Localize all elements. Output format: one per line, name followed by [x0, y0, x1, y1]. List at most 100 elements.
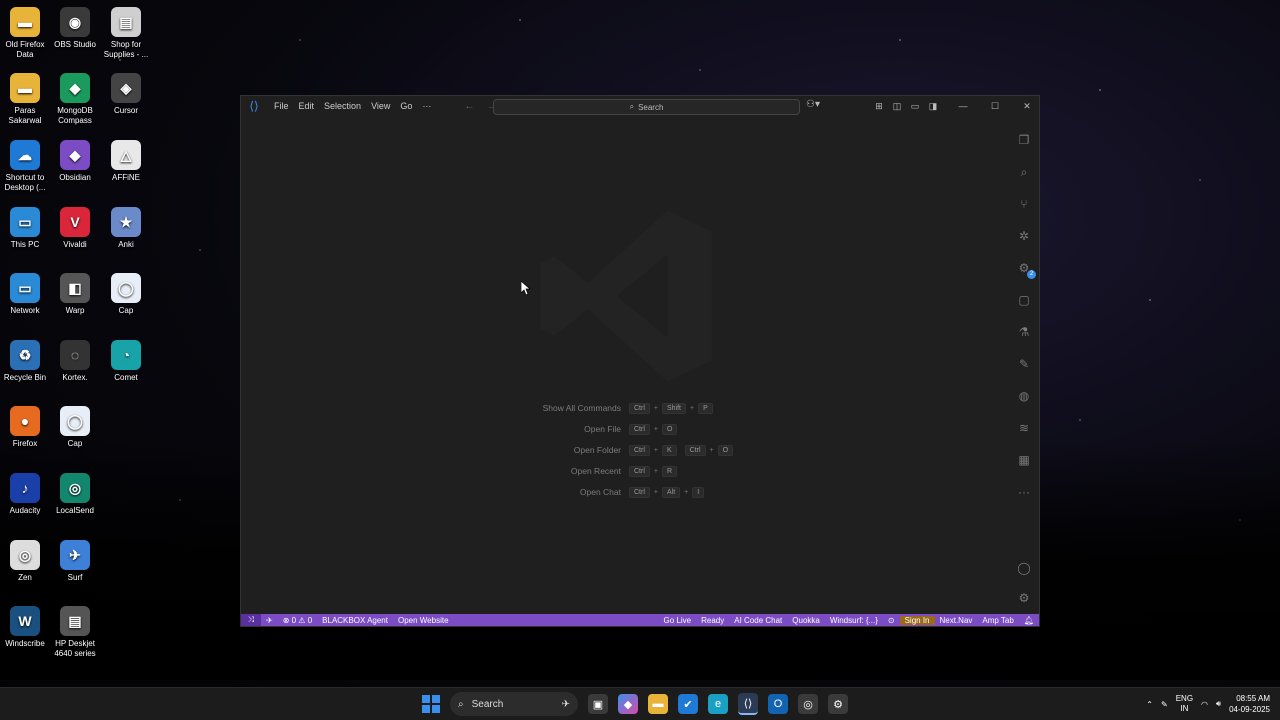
copilot-icon[interactable]: ⚇▾ [806, 99, 820, 110]
database-icon[interactable]: ▦ [1016, 452, 1032, 468]
desktop-icon[interactable]: △ AFFiNE [99, 140, 153, 183]
desktop-icon-label: AFFiNE [112, 173, 140, 182]
todo-icon[interactable]: ✔ [678, 694, 698, 714]
pin-icon[interactable]: ⊙ [883, 616, 900, 625]
extensions-icon[interactable]: ⚙ 2 [1016, 260, 1036, 279]
toggle-panel-icon[interactable]: ▭ [909, 101, 921, 112]
rocket-icon[interactable]: ✈ [261, 616, 278, 625]
vscode-window[interactable]: ⟨⟩ File Edit Selection View Go ··· ← → ⌕… [240, 95, 1040, 627]
desktop-icon[interactable]: ◎ LocalSend [48, 473, 102, 516]
desktop-icon[interactable]: ◔ Comet [99, 340, 153, 383]
menu-file[interactable]: File [269, 101, 294, 111]
globe-icon[interactable]: ◍ [1016, 388, 1032, 404]
desktop-icon[interactable]: ◎ Zen [0, 540, 52, 583]
desktop-icon[interactable]: ♻ Recycle Bin [0, 340, 52, 383]
quokka[interactable]: Quokka [787, 616, 825, 625]
edge-icon[interactable]: e [708, 694, 728, 714]
desktop-icon[interactable]: W Windscribe [0, 606, 52, 649]
close-icon[interactable]: ✕ [1021, 101, 1033, 112]
language-indicator[interactable]: ENG IN [1176, 694, 1193, 714]
ai-code-chat[interactable]: AI Code Chat [729, 616, 787, 625]
task-view-icon[interactable]: ▣ [588, 694, 608, 714]
toggle-sidebar-icon[interactable]: ◫ [891, 101, 903, 112]
desktop-icon[interactable]: ◆ MongoDB Compass [48, 73, 102, 126]
desktop-icon[interactable]: ✈ Surf [48, 540, 102, 583]
desktop-icon[interactable]: V Vivaldi [48, 207, 102, 250]
desktop-icon[interactable]: ◉ OBS Studio [48, 7, 102, 50]
desktop-icon[interactable]: ▭ Network [0, 273, 52, 316]
windows-start-icon[interactable] [422, 695, 440, 713]
clock[interactable]: 08:55 AM 04-09-2025 [1229, 693, 1270, 715]
customize-layout-icon[interactable]: ⊞ [873, 101, 885, 112]
open-website[interactable]: Open Website [393, 616, 454, 625]
debug-icon[interactable]: ✲ [1016, 228, 1032, 244]
tray-overflow-icon[interactable]: ⌃ [1146, 700, 1153, 709]
desktop-icon[interactable]: ◯ Cap [99, 273, 153, 316]
remote-explorer-icon[interactable]: ▢ [1016, 292, 1032, 308]
amp-tab[interactable]: Amp Tab [977, 616, 1018, 625]
desktop-icon[interactable]: ▤ Shop for Supplies - ... [99, 7, 153, 60]
taskbar-search[interactable]: ⌕ Search ✈ [450, 692, 578, 716]
paint-brush-icon[interactable]: ✎ [1016, 356, 1032, 372]
wifi-icon[interactable]: ◠ [1201, 700, 1208, 709]
menu-more[interactable]: ··· [417, 101, 436, 111]
desktop-icon[interactable]: ▤ HP Deskjet 4640 series [48, 606, 102, 659]
wave-icon[interactable]: ≋ [1016, 420, 1032, 436]
windsurf[interactable]: Windsurf: {...} [825, 616, 883, 625]
maximize-icon[interactable]: ☐ [989, 101, 1001, 112]
app-icon: ◈ [111, 73, 141, 103]
back-arrow-icon[interactable]: ← [464, 101, 474, 112]
shortcut-label: Open Folder [573, 445, 621, 455]
menu-edit[interactable]: Edit [294, 101, 320, 111]
extra-app-icon[interactable]: ⚙ [828, 694, 848, 714]
desktop-icon[interactable]: ☁ Shortcut to Desktop (... [0, 140, 52, 193]
shortcut-row[interactable]: Open Chat Ctrl + Alt + I [541, 487, 733, 498]
desktop-icon[interactable]: ◆ Obsidian [48, 140, 102, 183]
outlook-icon[interactable]: O [768, 694, 788, 714]
shortcut-row[interactable]: Show All Commands Ctrl + Shift + P [541, 403, 733, 414]
more-icon[interactable]: ··· [1016, 484, 1032, 500]
vscode-taskbar-icon[interactable]: ⟨⟩ [738, 693, 758, 715]
chrome-icon[interactable]: ◎ [798, 694, 818, 714]
desktop-icon[interactable]: ★ Anki [99, 207, 153, 250]
desktop-icon[interactable]: ● Firefox [0, 406, 52, 449]
blackbox-agent[interactable]: BLACKBOX Agent [317, 616, 393, 625]
volume-icon[interactable]: 🔊︎ [1216, 699, 1221, 709]
desktop-icon[interactable]: ◯ Cap [48, 406, 102, 449]
desktop-icon[interactable]: ◌ Kortex. [48, 340, 102, 383]
account-icon[interactable]: ◯ [1016, 560, 1032, 576]
manage-gear-icon[interactable]: ⚙ [1016, 590, 1032, 606]
testing-icon[interactable]: ⚗ [1016, 324, 1032, 340]
sign-in[interactable]: Sign In [899, 615, 935, 625]
menu-selection[interactable]: Selection [319, 101, 366, 111]
app-icon: ◧ [60, 273, 90, 303]
desktop-icon[interactable]: ▭ This PC [0, 207, 52, 250]
desktop-icon[interactable]: ◈ Cursor [99, 73, 153, 116]
desktop-icon[interactable]: ♪ Audacity [0, 473, 52, 516]
go-live[interactable]: Go Live [659, 616, 697, 625]
shortcut-row[interactable]: Open Recent Ctrl + R [541, 466, 733, 477]
minimize-icon[interactable]: — [957, 101, 969, 111]
explorer-icon[interactable]: ❐ [1016, 132, 1032, 148]
desktop-icon[interactable]: ▬ Old Firefox Data [0, 7, 52, 60]
command-center-search[interactable]: ⌕ Search [493, 99, 800, 115]
desktop-icon[interactable]: ◧ Warp [48, 273, 102, 316]
toggle-secondary-sidebar-icon[interactable]: ◨ [927, 101, 939, 112]
shortcut-row[interactable]: Open File Ctrl + O [541, 424, 733, 435]
desktop-icon[interactable]: ▬ Paras Sakarwal [0, 73, 52, 126]
next-nav[interactable]: Next.Nav [935, 616, 978, 625]
copilot-app-icon[interactable]: ◆ [618, 694, 638, 714]
menu-go[interactable]: Go [395, 101, 417, 111]
file-explorer-icon[interactable]: ▬ [648, 694, 668, 714]
pen-icon[interactable]: ✎ [1161, 700, 1168, 709]
taskbar-search-label: Search [471, 698, 504, 710]
search-icon[interactable]: ⌕ [1016, 164, 1032, 180]
menu-view[interactable]: View [366, 101, 395, 111]
ready-status[interactable]: Ready [696, 616, 729, 625]
notifications-bell-icon[interactable]: 🔔︎ [1019, 616, 1039, 625]
shortcut-row[interactable]: Open Folder Ctrl + K Ctrl + O [541, 445, 734, 456]
remote-indicator-icon[interactable]: ⤨ [241, 614, 261, 626]
keycap: Shift [661, 403, 686, 414]
problems-count[interactable]: ⊗ 0 ⚠ 0 [278, 616, 317, 625]
source-control-icon[interactable]: ⑂ [1016, 196, 1032, 212]
